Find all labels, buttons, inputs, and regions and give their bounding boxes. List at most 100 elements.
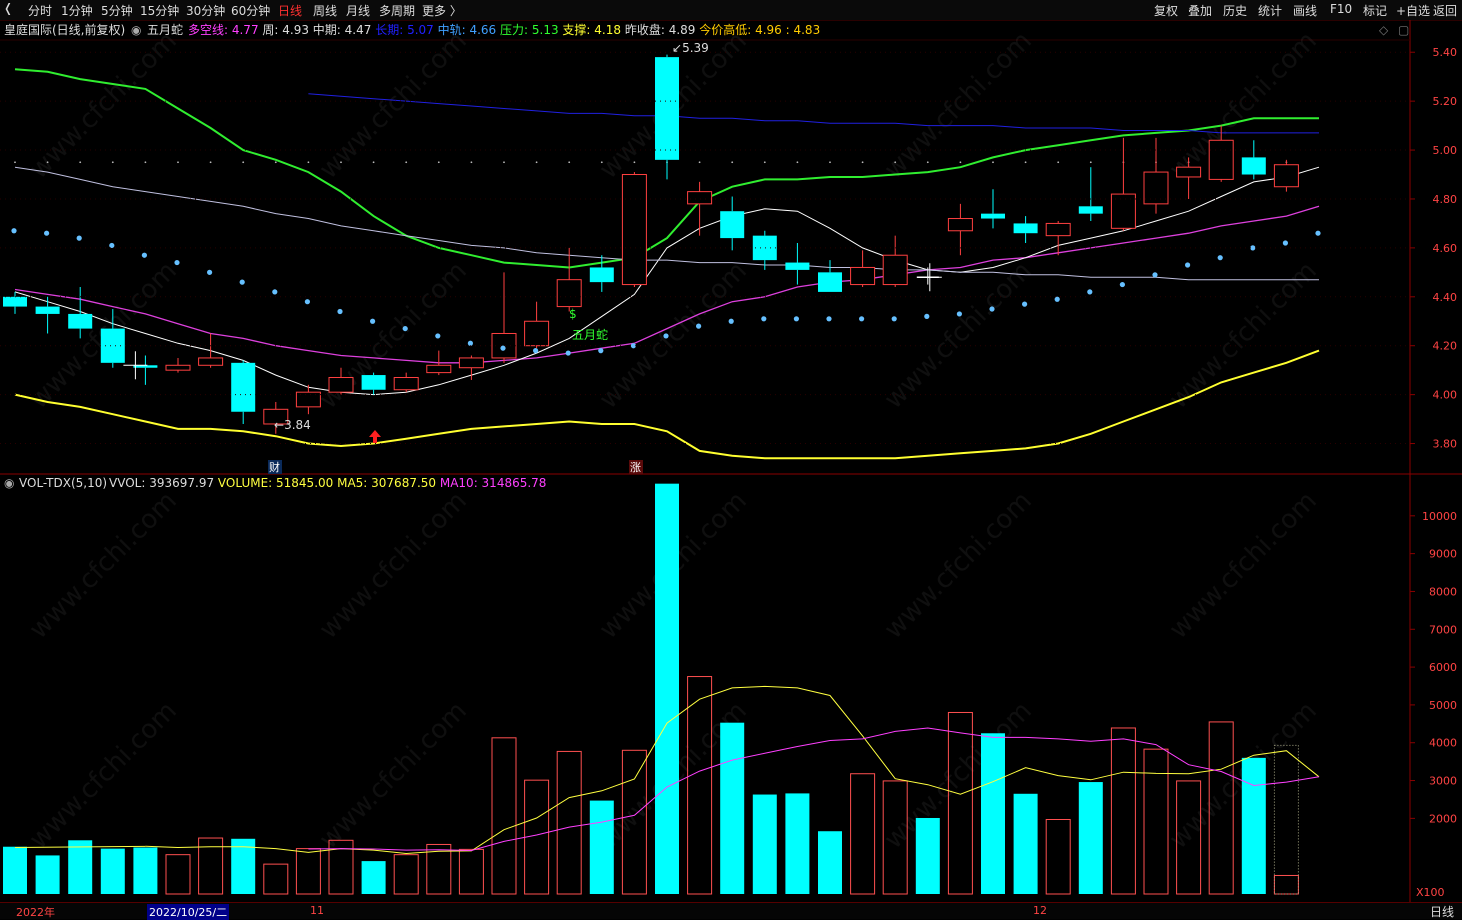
- volume-bar: [947, 711, 973, 895]
- candle: [1273, 159, 1299, 192]
- candle-body: [882, 254, 908, 286]
- diamond-icon[interactable]: ◇: [1379, 23, 1389, 37]
- volume-bar: [1078, 782, 1103, 894]
- candle: [1143, 137, 1169, 214]
- dots-row-point: [959, 161, 962, 164]
- candle: [981, 189, 1005, 229]
- dots-row-point: [14, 161, 16, 164]
- sar-dot: [1185, 262, 1191, 268]
- dots-row-point: [209, 161, 212, 164]
- candle: [1078, 167, 1103, 221]
- volume-bar: [850, 773, 876, 895]
- date-label-nov: 11: [310, 904, 324, 917]
- dots-row-point: [731, 161, 734, 164]
- dots-row-point: [1089, 161, 1092, 164]
- sar-dot: [1022, 301, 1028, 307]
- sar-dot: [239, 279, 245, 285]
- dots-row-point: [470, 161, 473, 164]
- dots-row-point: [1057, 161, 1060, 164]
- candle: [295, 384, 321, 415]
- price-tick-label: 4.00: [1433, 389, 1458, 402]
- sar-dot: [533, 348, 539, 354]
- volume-bar: [981, 733, 1005, 894]
- price-tick-label: 4.40: [1433, 291, 1458, 304]
- candle-body: [947, 218, 973, 232]
- dots-row-point: [894, 161, 897, 164]
- volume-bar: [1045, 818, 1071, 895]
- volume-bar-projection: [1273, 744, 1299, 895]
- vol-indicator-values: VVOL: 393697.97 VOLUME: 51845.00 MA5: 30…: [109, 476, 546, 490]
- candle: [133, 355, 158, 385]
- sar-dot: [826, 316, 832, 322]
- sar-dot: [1119, 281, 1125, 288]
- indicator-toggle-icon[interactable]: ◉: [131, 23, 141, 37]
- vol-tick-label: 6000: [1429, 661, 1457, 674]
- dots-row-point: [1024, 161, 1027, 164]
- candle-body: [231, 362, 256, 412]
- volume-bar: [458, 848, 484, 895]
- candle-body: [426, 364, 452, 374]
- candle-body: [556, 279, 582, 308]
- candle-body: [1013, 223, 1038, 234]
- vol-tick-label: 4000: [1429, 737, 1457, 750]
- candle-body: [328, 377, 354, 393]
- candle-body: [68, 313, 93, 329]
- dots-row-point: [307, 161, 310, 164]
- candle: [720, 196, 745, 251]
- candle-body: [850, 266, 876, 286]
- volume-bar: [1143, 748, 1169, 895]
- candle: [1110, 137, 1136, 231]
- sar-dot: [989, 306, 995, 312]
- candle: [458, 355, 484, 380]
- candle-body: [35, 306, 60, 314]
- sar-dot: [76, 235, 82, 241]
- volume-bar: [35, 855, 60, 894]
- dots-row-point: [274, 161, 277, 164]
- volume-bar: [1273, 874, 1299, 895]
- red-up-arrow-icon: [369, 430, 381, 443]
- dots-row-point: [177, 161, 179, 164]
- candle: [3, 291, 27, 314]
- vol-tick-label: 8000: [1429, 585, 1457, 598]
- dots-row-point: [437, 161, 440, 164]
- sar-dot: [435, 333, 441, 339]
- vol-toggle-icon[interactable]: ◉: [4, 476, 14, 490]
- volume-bar: [752, 794, 777, 894]
- dots-row-point: [372, 161, 375, 164]
- dots-row-point: [926, 161, 929, 164]
- candle: [1013, 216, 1038, 243]
- volume-bar: [133, 847, 158, 894]
- sar-dot: [924, 313, 930, 319]
- sar-dot: [1087, 289, 1093, 295]
- price-tick-label: 3.80: [1433, 438, 1458, 451]
- kline-chart[interactable]: www.cfchi.com www.cfchi.com www.cfchi.com w…: [0, 0, 1462, 902]
- vol-info-item: VOLUME: 51845.00: [214, 476, 333, 490]
- vol-tick-label: 9000: [1429, 548, 1457, 561]
- period-indicator[interactable]: 日线: [1430, 903, 1454, 920]
- sar-dot: [1282, 240, 1288, 246]
- window-icon[interactable]: ▢: [1398, 23, 1409, 37]
- watermark-text: www.cfchi.com: [314, 26, 473, 185]
- wuyueshe-signal-label: 五月蛇: [572, 327, 608, 342]
- candle: [687, 181, 713, 236]
- candle-body: [393, 377, 419, 391]
- vol-indicator-name: VOL-TDX(5,10): [19, 476, 107, 490]
- main-info-item: 今价高低: 4.96 : 4.83: [695, 22, 820, 37]
- dots-row-point: [46, 161, 49, 164]
- main-info-item: 昨收盘: 4.89: [621, 22, 695, 37]
- dots-row-point: [763, 161, 766, 164]
- watermark-text: www.cfchi.com: [24, 26, 183, 185]
- dollar-signal-icon: $: [569, 307, 577, 321]
- watermark-text: www.cfchi.com: [879, 486, 1038, 645]
- volume-bar: [295, 848, 321, 895]
- volume-bar: [1013, 793, 1038, 894]
- sar-dot: [402, 325, 408, 332]
- sar-dot: [272, 289, 278, 295]
- price-tick-label: 4.60: [1433, 242, 1458, 255]
- volume-bar: [361, 861, 386, 894]
- main-info-item: 周: 4.93: [259, 23, 309, 37]
- sar-dot: [696, 323, 702, 329]
- candle: [165, 357, 191, 373]
- sar-dot: [761, 316, 767, 322]
- volume-bar: [915, 817, 940, 894]
